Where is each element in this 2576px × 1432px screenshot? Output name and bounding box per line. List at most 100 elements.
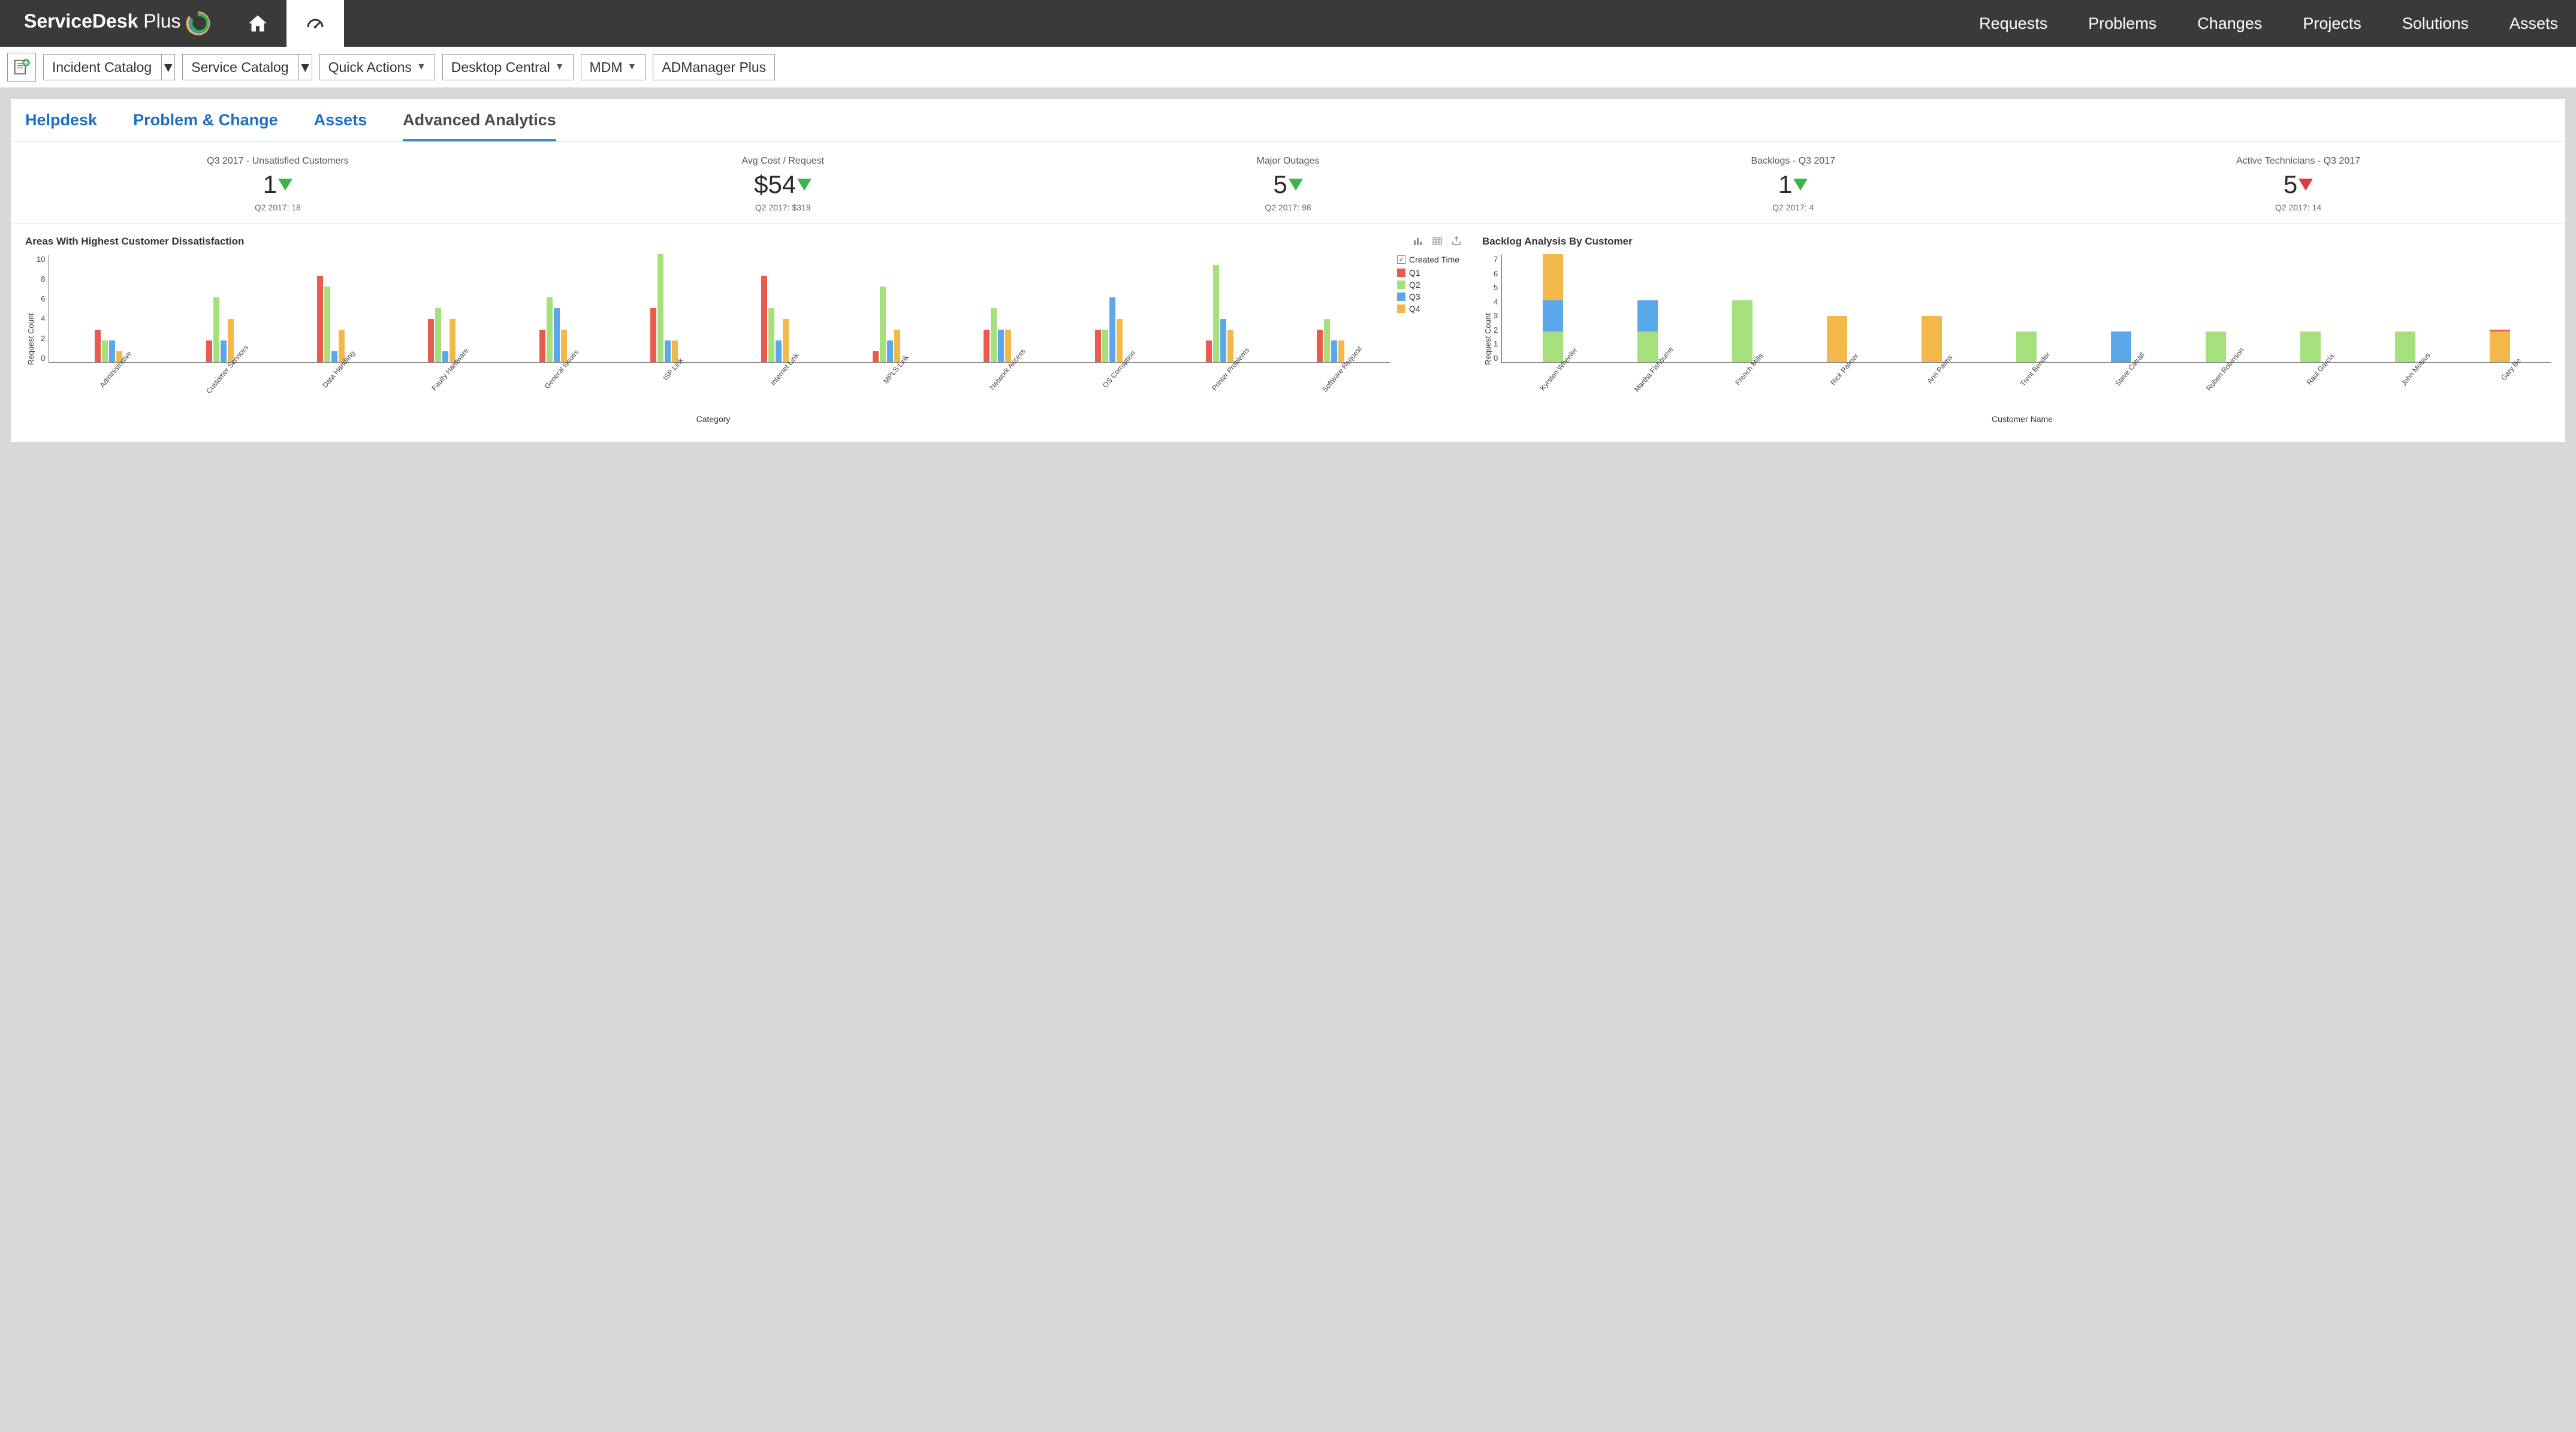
admanager-button[interactable]: ADManager Plus	[653, 54, 775, 80]
nav-requests[interactable]: Requests	[1979, 14, 2047, 33]
export-icon[interactable]	[1451, 236, 1462, 249]
home-button[interactable]	[229, 0, 286, 47]
bar[interactable]	[206, 340, 212, 362]
logo-swirl-icon	[185, 10, 211, 37]
bar[interactable]	[1213, 265, 1219, 362]
logo-part1: ServiceDesk	[24, 10, 138, 32]
chart-title: Areas With Highest Customer Dissatisfact…	[25, 236, 1468, 248]
bar[interactable]	[873, 351, 879, 362]
bar[interactable]	[547, 297, 553, 362]
trend-icon	[1793, 179, 1808, 191]
kpi-value: $54	[754, 170, 796, 199]
kpi-previous: Q2 2017: 98	[1265, 203, 1311, 212]
service-catalog-dropdown[interactable]: Service Catalog ▼	[182, 54, 312, 80]
kpi-row: Q3 2017 - Unsatisfied Customers 1 Q2 201…	[11, 141, 2565, 224]
bar[interactable]	[539, 330, 545, 362]
legend: ✓ Created Time Q1 Q2 Q3 Q4	[1390, 255, 1468, 424]
kpi-previous: Q2 2017: $319	[755, 203, 811, 212]
kpi-card: Avg Cost / Request $54 Q2 2017: $319	[530, 156, 1036, 212]
kpi-previous: Q2 2017: 4	[1772, 203, 1814, 212]
chart-dissatisfaction: Areas With Highest Customer Dissatisfact…	[25, 236, 1468, 424]
charts-row: Areas With Highest Customer Dissatisfact…	[11, 224, 2565, 442]
legend-title[interactable]: ✓ Created Time	[1397, 255, 1468, 264]
tab-problem-change[interactable]: Problem & Change	[133, 111, 278, 141]
x-axis-label: Category	[37, 414, 1390, 424]
bar[interactable]	[1102, 330, 1108, 362]
legend-item[interactable]: Q3	[1397, 292, 1468, 302]
chart-backlog: Backlog Analysis By Customer Request Cou…	[1482, 236, 2551, 424]
bar[interactable]	[324, 287, 330, 362]
bar[interactable]	[650, 308, 656, 362]
kpi-value: 5	[1273, 170, 1287, 199]
bar[interactable]	[761, 276, 767, 362]
bar[interactable]	[435, 308, 441, 362]
desktop-central-dropdown[interactable]: Desktop Central ▼	[442, 54, 574, 80]
quick-actions-dropdown[interactable]: Quick Actions ▼	[319, 54, 435, 80]
tab-assets[interactable]: Assets	[314, 111, 367, 141]
bar[interactable]	[102, 340, 108, 362]
bar[interactable]	[1324, 319, 1330, 362]
checkbox-icon: ✓	[1397, 255, 1405, 264]
app-logo: ServiceDesk Plus	[0, 10, 229, 37]
bar[interactable]	[1109, 297, 1115, 362]
bar-segment	[1543, 300, 1563, 331]
bar[interactable]	[554, 308, 560, 362]
content-frame: Helpdesk Problem & Change Assets Advance…	[11, 99, 2565, 442]
tab-advanced-analytics[interactable]: Advanced Analytics	[403, 111, 556, 141]
stacked-bar[interactable]	[1543, 254, 1563, 362]
chevron-down-icon: ▼	[555, 62, 565, 73]
kpi-title: Backlogs - Q3 2017	[1751, 156, 1836, 167]
chevron-down-icon: ▼	[298, 54, 312, 80]
nav-changes[interactable]: Changes	[2197, 14, 2262, 33]
new-ticket-icon	[13, 58, 31, 76]
bar[interactable]	[984, 330, 990, 362]
bar[interactable]	[998, 330, 1004, 362]
kpi-card: Backlogs - Q3 2017 1 Q2 2017: 4	[1540, 156, 2046, 212]
bar[interactable]	[1317, 330, 1323, 362]
nav-problems[interactable]: Problems	[2088, 14, 2156, 33]
bar[interactable]	[1206, 340, 1212, 362]
bar[interactable]	[880, 287, 886, 362]
kpi-title: Q3 2017 - Unsatisfied Customers	[207, 156, 349, 167]
admanager-label: ADManager Plus	[662, 59, 766, 76]
legend-swatch	[1397, 269, 1405, 277]
secondary-toolbar: Incident Catalog ▼ Service Catalog ▼ Qui…	[0, 47, 2576, 88]
quick-actions-label: Quick Actions	[328, 59, 412, 76]
x-ticks: Kyrsten WheelerMartha FishburneFrench Mi…	[1503, 363, 2551, 411]
kpi-title: Avg Cost / Request	[741, 156, 824, 167]
nav-projects[interactable]: Projects	[2303, 14, 2361, 33]
subtabs: Helpdesk Problem & Change Assets Advance…	[11, 99, 2565, 141]
bar[interactable]	[657, 254, 663, 362]
bar[interactable]	[317, 276, 323, 362]
bar[interactable]	[1095, 330, 1101, 362]
bar[interactable]	[95, 330, 101, 362]
dashboard-button[interactable]	[286, 0, 344, 47]
chevron-down-icon: ▼	[627, 62, 637, 73]
nav-solutions[interactable]: Solutions	[2402, 14, 2469, 33]
bar[interactable]	[991, 308, 997, 362]
bar[interactable]	[768, 308, 774, 362]
tab-helpdesk[interactable]: Helpdesk	[25, 111, 97, 141]
nav-assets[interactable]: Assets	[2509, 14, 2558, 33]
legend-swatch	[1397, 305, 1405, 313]
bar[interactable]	[1220, 319, 1226, 362]
home-icon	[247, 13, 269, 34]
bar-segment	[1543, 254, 1563, 300]
kpi-card: Q3 2017 - Unsatisfied Customers 1 Q2 201…	[25, 156, 530, 212]
legend-item[interactable]: Q2	[1397, 280, 1468, 290]
kpi-card: Major Outages 5 Q2 2017: 98	[1036, 156, 1541, 212]
gauge-icon	[304, 13, 326, 34]
chevron-down-icon: ▼	[161, 54, 174, 80]
y-axis-label: Request Count	[1482, 255, 1494, 424]
new-ticket-button[interactable]	[7, 53, 36, 82]
bar[interactable]	[428, 319, 434, 362]
legend-item[interactable]: Q4	[1397, 304, 1468, 313]
mdm-dropdown[interactable]: MDM ▼	[581, 54, 646, 80]
chart-type-icon[interactable]	[1413, 236, 1423, 249]
table-view-icon[interactable]	[1432, 236, 1443, 249]
legend-item[interactable]: Q1	[1397, 268, 1468, 278]
trend-icon	[278, 179, 292, 191]
bar[interactable]	[213, 297, 219, 362]
incident-catalog-dropdown[interactable]: Incident Catalog ▼	[43, 54, 175, 80]
top-nav: ServiceDesk Plus Requests Problems Chang…	[0, 0, 2576, 47]
